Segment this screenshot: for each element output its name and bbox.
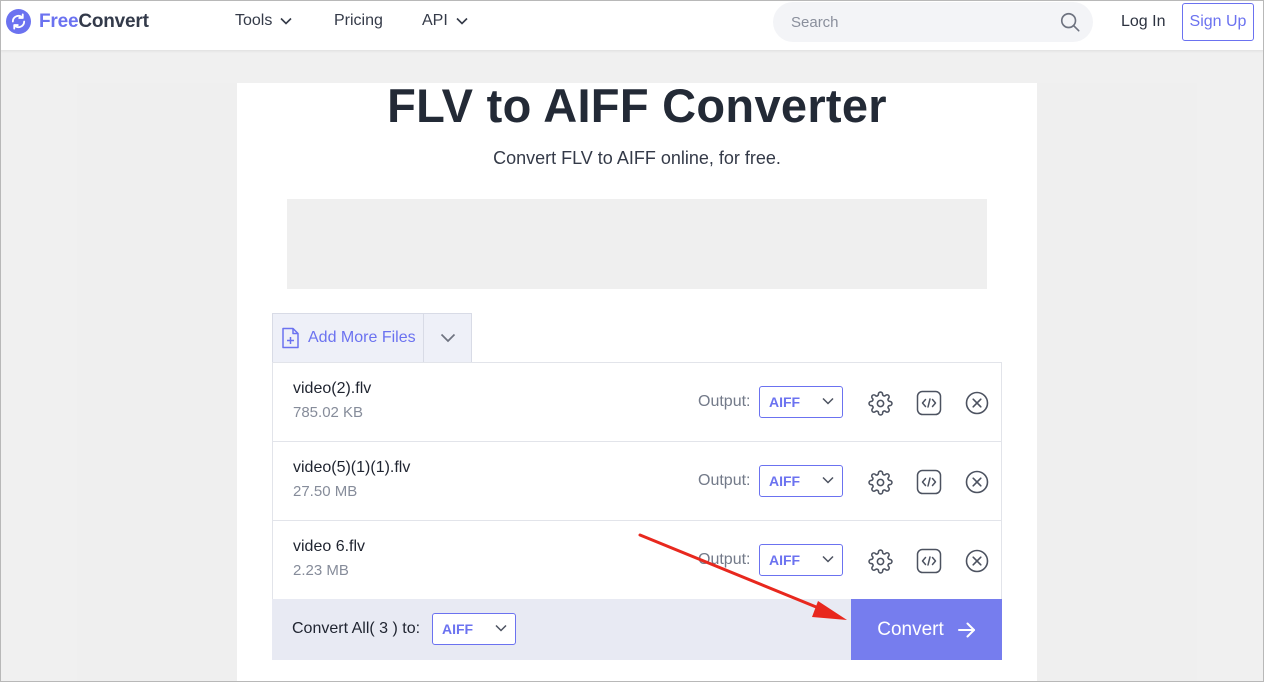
output-format-select[interactable]: AIFF	[759, 544, 843, 576]
chevron-down-icon	[822, 555, 834, 563]
output-format-value: AIFF	[769, 394, 801, 410]
logo-wordmark: FreeConvert	[39, 10, 149, 32]
login-link[interactable]: Log In	[1121, 13, 1165, 31]
output-label: Output:	[698, 393, 751, 410]
page-title: FLV to AIFF Converter	[387, 79, 887, 132]
chevron-down-icon	[456, 17, 468, 25]
remove-circle-icon[interactable]	[963, 547, 991, 575]
logo-refresh-icon	[6, 9, 31, 34]
convert-all-bar: Convert All( 3 ) to: AIFF Convert	[272, 599, 1002, 660]
add-file-icon	[282, 327, 299, 349]
embed-code-icon[interactable]	[915, 468, 943, 496]
search-bar	[773, 2, 1093, 42]
output-format-select[interactable]: AIFF	[759, 386, 843, 418]
nav-tools-label: Tools	[235, 12, 273, 29]
page-subtitle: Convert FLV to AIFF online, for free.	[493, 148, 781, 168]
embed-code-icon[interactable]	[915, 389, 943, 417]
convert-button-label: Convert	[877, 618, 944, 640]
nav-api-label: API	[422, 12, 448, 29]
output-label: Output:	[698, 551, 751, 568]
file-name: video(2).flv	[293, 380, 372, 397]
output-format-value: AIFF	[769, 473, 801, 489]
add-more-files-button[interactable]: Add More Files	[272, 313, 472, 362]
chevron-down-icon	[822, 397, 834, 405]
remove-circle-icon[interactable]	[963, 389, 991, 417]
convert-all-label: Convert All( 3 ) to:	[292, 620, 421, 637]
file-size: 2.23 MB	[293, 562, 349, 579]
convert-all-format-select[interactable]: AIFF	[432, 613, 516, 645]
file-name: video 6.flv	[293, 538, 366, 555]
ad-banner-placeholder	[287, 199, 987, 289]
converter-content: FLV to AIFF Converter Convert FLV to AIF…	[237, 79, 1037, 682]
search-icon[interactable]	[1059, 11, 1081, 33]
remove-circle-icon[interactable]	[963, 468, 991, 496]
file-size: 27.50 MB	[293, 483, 358, 500]
left-ad-panel	[77, 83, 237, 682]
right-ad-panel	[1037, 83, 1197, 682]
embed-code-icon[interactable]	[915, 547, 943, 575]
nav-pricing-label: Pricing	[334, 12, 383, 29]
chevron-down-icon	[495, 624, 507, 632]
file-size: 785.02 KB	[293, 404, 364, 421]
settings-gear-icon[interactable]	[866, 547, 894, 575]
add-files-label: Add More Files	[308, 329, 416, 346]
convert-button[interactable]: Convert	[851, 599, 1002, 660]
signup-button[interactable]: Sign Up	[1182, 3, 1254, 41]
chevron-down-icon	[822, 476, 834, 484]
convert-all-format-value: AIFF	[442, 621, 474, 637]
output-label: Output:	[698, 472, 751, 489]
freeconvert-logo[interactable]: FreeConvert	[6, 9, 149, 34]
file-row: video(5)(1)(1).flv 27.50 MB Output: AIFF	[273, 442, 1001, 521]
arrow-right-icon	[957, 622, 976, 638]
nav-tools[interactable]: Tools	[235, 12, 292, 30]
file-row: video 6.flv 2.23 MB Output: AIFF	[273, 521, 1001, 600]
file-row: video(2).flv 785.02 KB Output: AIFF	[273, 363, 1001, 442]
file-name: video(5)(1)(1).flv	[293, 459, 411, 476]
chevron-down-icon	[280, 17, 292, 25]
search-input[interactable]	[791, 13, 1059, 31]
nav-api[interactable]: API	[422, 12, 468, 30]
output-format-value: AIFF	[769, 552, 801, 568]
chevron-down-icon	[440, 333, 455, 343]
add-files-dropdown-toggle[interactable]	[423, 314, 471, 362]
top-navbar: FreeConvert Tools Pricing API Log In Sig…	[0, 0, 1264, 50]
nav-pricing[interactable]: Pricing	[334, 12, 383, 30]
output-format-select[interactable]: AIFF	[759, 465, 843, 497]
add-files-main[interactable]: Add More Files	[273, 314, 423, 362]
file-list: video(2).flv 785.02 KB Output: AIFF vide…	[272, 362, 1002, 601]
settings-gear-icon[interactable]	[866, 468, 894, 496]
settings-gear-icon[interactable]	[866, 389, 894, 417]
